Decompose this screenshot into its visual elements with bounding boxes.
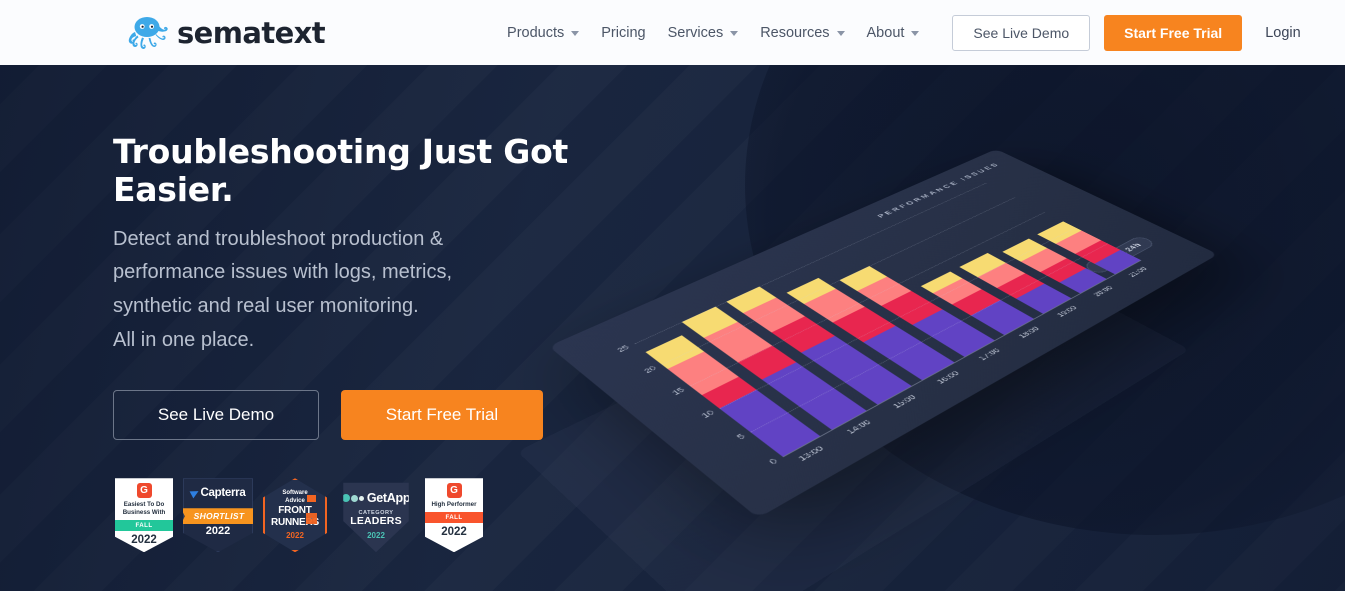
chart-x-tick-label: 16:00 <box>934 369 962 386</box>
badge-capterra-shortlist[interactable]: Capterra SHORTLIST 2022 <box>183 478 253 553</box>
badge-getapp-category-leaders[interactable]: GetApp CATEGORY LEADERS 2022 <box>337 478 415 553</box>
chart-x-tick-label: 20:00 <box>1091 284 1116 298</box>
badge-year: 2022 <box>367 530 385 540</box>
chart-bar-segment-crimson <box>701 376 757 409</box>
capterra-arrow-icon <box>189 487 200 499</box>
hero-subtitle-line-1: Detect and troubleshoot production & <box>113 227 444 250</box>
octopus-logo-icon <box>124 15 168 51</box>
chart-x-tick-label: 19:00 <box>1054 304 1080 319</box>
hero-subtitle-line-2: performance issues with logs, metrics, <box>113 261 453 284</box>
badge-year: 2022 <box>131 534 157 547</box>
chart-bar-segment-purple <box>801 335 912 405</box>
badge-brand-line-2: Advice <box>285 498 305 505</box>
chart-x-tick-label: 15:00 <box>890 393 919 410</box>
nav-item-pricing[interactable]: Pricing <box>590 19 656 47</box>
nav-item-services[interactable]: Services <box>657 19 750 47</box>
hero-copy: Troubleshooting Just Got Easier. Detect … <box>113 132 673 553</box>
chart-bar-segment-salmon <box>703 321 773 363</box>
hero-start-free-trial-button[interactable]: Start Free Trial <box>341 390 543 441</box>
hero-section: PERFORMANCE ISSUES Last 24h 13:0014:0015… <box>0 65 1345 591</box>
page-title: Troubleshooting Just Got Easier. <box>113 132 569 209</box>
chart-bar-segment-yellow <box>681 306 739 339</box>
chart-bar-segment-crimson <box>771 316 835 353</box>
logo-text: sematext <box>177 15 326 50</box>
chart-x-tick-label: 17:00 <box>976 347 1003 363</box>
main-nav: Products Pricing Services Resources Abou… <box>496 19 930 47</box>
login-link[interactable]: Login <box>1265 25 1300 41</box>
performance-issues-chart: PERFORMANCE ISSUES Last 24h 13:0014:0015… <box>517 85 1320 591</box>
nav-label-resources: Resources <box>760 24 830 41</box>
badge-year: 2022 <box>205 525 231 538</box>
header-see-live-demo-button[interactable]: See Live Demo <box>952 14 1091 51</box>
chart-x-tick-label: 18:00 <box>1016 325 1042 340</box>
badge-g2-high-performer[interactable]: G High Performer FALL 2022 <box>425 478 483 553</box>
chevron-down-icon <box>730 31 739 36</box>
badge-brand: GetApp <box>366 491 411 506</box>
chevron-down-icon <box>911 31 920 36</box>
chart-y-tick-label: 10 <box>699 409 717 420</box>
badge-brand: Capterra <box>200 487 246 500</box>
chart-x-tick-label: 14:00 <box>844 418 874 436</box>
hero-see-live-demo-button[interactable]: See Live Demo <box>113 390 319 441</box>
badge-title: High Performer <box>431 501 477 509</box>
chart-bar[interactable]: 15:00 <box>726 286 919 410</box>
chart-bar-segment-salmon <box>667 351 739 395</box>
header-actions: See Live Demo Start Free Trial Login <box>952 14 1301 51</box>
chart-bar-segment-purple <box>911 309 995 357</box>
chart-bar-segment-crimson <box>737 345 797 380</box>
badge-brand-line-1: Software <box>282 490 308 497</box>
chart-bar-segment-salmon <box>743 297 805 333</box>
award-badges: G Easiest To Do Business With FALL 2022 … <box>115 478 673 553</box>
hero-subtitle-line-3: synthetic and real user monitoring. <box>113 295 419 318</box>
chart-x-tick-label: 21:00 <box>1126 265 1150 279</box>
badge-year: 2022 <box>441 526 467 539</box>
getapp-dots-icon <box>343 494 364 503</box>
chart-y-tick-label: 0 <box>767 457 781 467</box>
nav-label-about: About <box>866 24 905 41</box>
software-advice-flag-icon <box>307 495 316 503</box>
chart-bar[interactable]: 14:00 <box>681 306 874 436</box>
chart-bar-segment-purple <box>863 326 955 381</box>
badge-software-advice-front-runners[interactable]: Software Advice FRONT RUNNERS 2022 <box>263 478 327 553</box>
chart-bar-segment-purple <box>761 362 867 430</box>
chart-bar-segment-purple <box>719 389 820 457</box>
badge-title: LEADERS <box>350 515 402 528</box>
chevron-down-icon <box>571 31 580 36</box>
hero-subtitle-line-4: All in one place. <box>113 328 255 351</box>
chart-y-tick-label: 5 <box>735 432 748 442</box>
chart-x-tick-label: 13:00 <box>796 444 827 463</box>
hero-cta-group: See Live Demo Start Free Trial <box>113 390 673 441</box>
nav-item-products[interactable]: Products <box>496 19 590 47</box>
badge-band: FALL <box>425 512 483 524</box>
badge-g2-easiest-to-do-business-with[interactable]: G Easiest To Do Business With FALL 2022 <box>115 478 173 553</box>
badge-band: FALL <box>115 520 173 532</box>
badge-ribbon: SHORTLIST <box>183 508 253 525</box>
chart-bar-segment-crimson <box>833 306 896 343</box>
chevron-down-icon <box>836 31 845 36</box>
nav-label-services: Services <box>667 24 724 41</box>
software-advice-grid-icon <box>306 513 317 525</box>
g2-logo-icon: G <box>446 483 462 499</box>
nav-item-resources[interactable]: Resources <box>749 19 855 47</box>
hero-subtitle: Detect and troubleshoot production & per… <box>113 223 673 357</box>
g2-logo-icon: G <box>136 483 152 499</box>
badge-title: Easiest To Do Business With <box>122 501 166 517</box>
logo[interactable]: sematext <box>124 15 326 51</box>
header-start-free-trial-button[interactable]: Start Free Trial <box>1104 14 1243 51</box>
badge-year: 2022 <box>286 531 304 541</box>
landing-page: sematext Products Pricing Services Resou… <box>0 0 1345 591</box>
nav-label-pricing: Pricing <box>601 24 646 41</box>
site-header: sematext Products Pricing Services Resou… <box>0 0 1345 65</box>
nav-label-products: Products <box>507 24 565 41</box>
nav-item-about[interactable]: About <box>856 19 931 47</box>
chart-bar-segment-purple <box>971 299 1034 335</box>
